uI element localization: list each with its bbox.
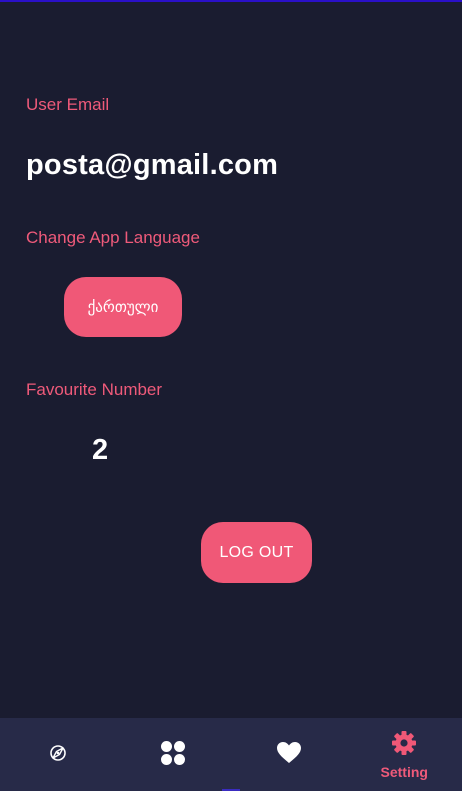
favourite-number-label: Favourite Number [26, 380, 163, 399]
change-language-label: Change App Language [26, 228, 200, 247]
gear-icon [391, 730, 417, 760]
language-georgian-button[interactable]: ქართული [64, 277, 182, 337]
nav-setting-label: Setting [380, 763, 428, 780]
top-accent-bar [0, 0, 462, 2]
nav-item-favourites[interactable] [231, 718, 347, 791]
compass-icon [47, 742, 69, 768]
logout-button[interactable]: LOG OUT [201, 522, 312, 583]
apps-grid-icon [159, 739, 187, 771]
user-email-value: posta@gmail.com [26, 149, 279, 181]
nav-item-setting[interactable]: Setting [347, 718, 462, 791]
nav-item-categories[interactable] [116, 718, 232, 791]
favourite-number-value: 2 [92, 434, 109, 466]
bottom-navigation: Setting [0, 718, 462, 791]
nav-item-explore[interactable] [0, 718, 116, 791]
user-email-label: User Email [26, 95, 110, 114]
heart-icon [276, 741, 302, 769]
